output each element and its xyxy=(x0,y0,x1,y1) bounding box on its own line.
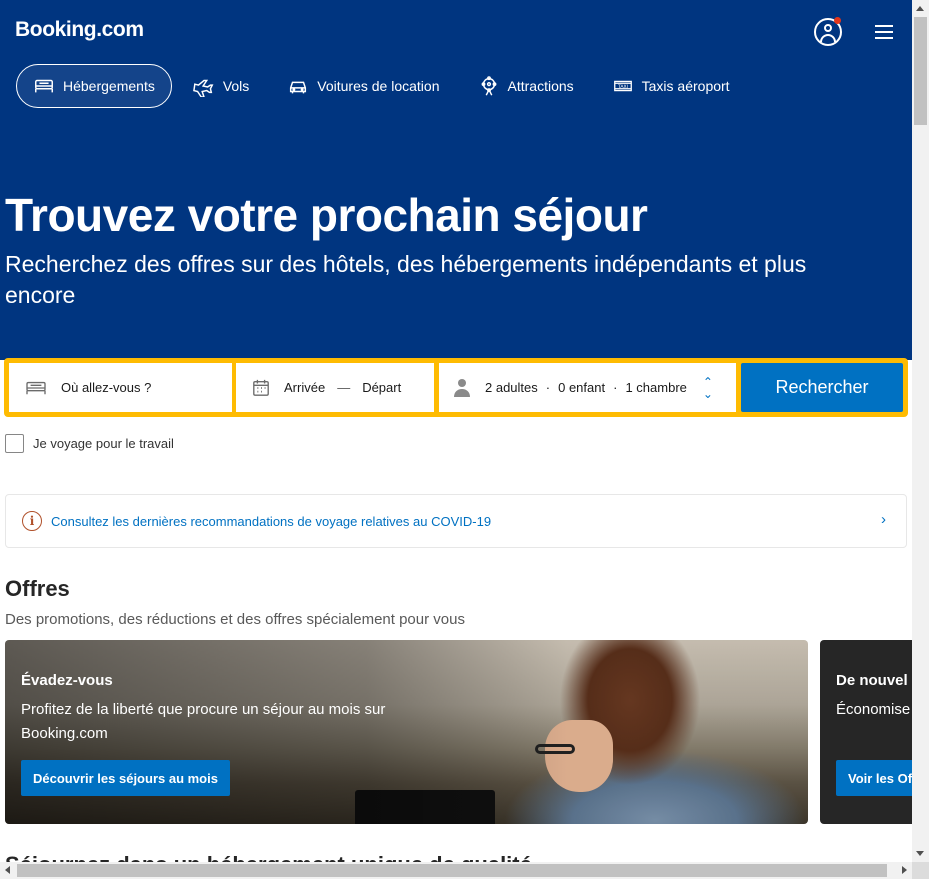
offer-card-text: Profitez de la liberté que procure un sé… xyxy=(21,701,386,742)
ferris-wheel-icon xyxy=(481,76,496,96)
nav-label: Taxis aéroport xyxy=(641,78,730,94)
info-icon: i xyxy=(22,511,42,531)
search-button[interactable]: Rechercher xyxy=(741,363,903,412)
person-icon xyxy=(454,378,470,397)
children-count: 0 enfant xyxy=(558,380,606,395)
offer-card-text: Économise effectués a xyxy=(836,701,920,718)
work-trip-label: Je voyage pour le travail xyxy=(33,436,174,451)
work-trip-option[interactable]: Je voyage pour le travail xyxy=(5,434,174,453)
nav-tab-accommodations[interactable]: Hébergements xyxy=(16,64,172,108)
nav-label: Hébergements xyxy=(63,78,155,94)
search-bar: Où allez-vous ? Arrivée — Départ 2 adult… xyxy=(4,358,908,417)
hero-subtitle: Recherchez des offres sur des hôtels, de… xyxy=(5,251,807,308)
date-separator: — xyxy=(337,380,351,395)
discover-monthly-stays-button[interactable]: Découvrir les séjours au mois xyxy=(21,760,230,796)
chevron-right-icon: › xyxy=(881,511,886,528)
covid-banner-link[interactable]: Consultez les dernières recommandations … xyxy=(51,514,491,529)
vertical-scroll-thumb[interactable] xyxy=(914,17,927,125)
notification-dot xyxy=(834,17,841,24)
separator: · xyxy=(545,380,551,395)
offer-card-monthly-stays: Évadez-vous Profitez de la liberté que p… xyxy=(5,640,808,824)
scroll-left-arrow-icon[interactable] xyxy=(5,866,10,874)
nav-label: Attractions xyxy=(507,78,574,94)
guests-selector[interactable]: 2 adultes · 0 enfant · 1 chambre ⌃ ⌄ xyxy=(439,363,736,412)
bed-icon xyxy=(35,79,53,93)
nav-tab-car-rentals[interactable]: Voitures de location xyxy=(270,64,456,108)
covid-banner[interactable]: i Consultez les dernières recommandation… xyxy=(5,494,907,548)
calendar-icon xyxy=(253,379,269,396)
scroll-down-arrow-icon[interactable] xyxy=(916,851,924,856)
checkout-label: Départ xyxy=(362,380,402,395)
date-picker[interactable]: Arrivée — Départ xyxy=(236,363,434,412)
offer-card-title: De nouvel xyxy=(836,672,908,689)
chevron-up-down-icon: ⌃ ⌄ xyxy=(702,374,713,401)
hero-title: Trouvez votre prochain séjour xyxy=(5,189,648,241)
checkin-label: Arrivée xyxy=(284,380,326,395)
nav-label: Vols xyxy=(222,78,250,94)
svg-text:TAXI: TAXI xyxy=(617,84,628,90)
bed-icon xyxy=(26,381,46,394)
offer-card-deals: De nouvel Économise effectués a Voir les… xyxy=(820,640,920,824)
horizontal-scroll-thumb[interactable] xyxy=(17,864,887,877)
taxi-icon: TAXI xyxy=(613,80,632,92)
offers-heading: Offres xyxy=(5,576,70,601)
nav-tab-airport-taxis[interactable]: TAXI Taxis aéroport xyxy=(595,64,747,108)
plane-icon xyxy=(192,79,214,97)
scroll-up-arrow-icon[interactable] xyxy=(916,6,924,11)
scrollbar-corner xyxy=(912,862,929,879)
horizontal-scrollbar[interactable] xyxy=(0,862,912,879)
booking-logo[interactable]: Booking.com xyxy=(15,18,144,42)
scroll-right-arrow-icon[interactable] xyxy=(902,866,907,874)
offers-subheading: Des promotions, des réductions et des of… xyxy=(5,611,465,628)
nav-tab-flights[interactable]: Vols xyxy=(176,64,266,108)
destination-placeholder: Où allez-vous ? xyxy=(61,380,152,395)
hero-banner: Booking.com Hébergements Vols Voitures d… xyxy=(0,0,912,360)
view-offers-button[interactable]: Voir les Of xyxy=(836,760,920,796)
destination-input[interactable]: Où allez-vous ? xyxy=(9,363,232,412)
nav-label: Voitures de location xyxy=(317,78,440,94)
adults-count: 2 adultes xyxy=(485,380,538,395)
offer-card-title: Évadez-vous xyxy=(21,672,113,689)
work-trip-checkbox[interactable] xyxy=(5,434,24,453)
car-icon xyxy=(290,81,307,94)
user-account-icon[interactable] xyxy=(814,17,842,46)
vertical-scrollbar[interactable] xyxy=(912,0,929,862)
hamburger-menu-icon[interactable] xyxy=(875,25,893,39)
nav-tab-attractions[interactable]: Attractions xyxy=(461,64,591,108)
separator: · xyxy=(613,380,618,395)
rooms-count: 1 chambre xyxy=(625,380,687,395)
product-nav: Hébergements Vols Voitures de location A… xyxy=(16,64,751,108)
